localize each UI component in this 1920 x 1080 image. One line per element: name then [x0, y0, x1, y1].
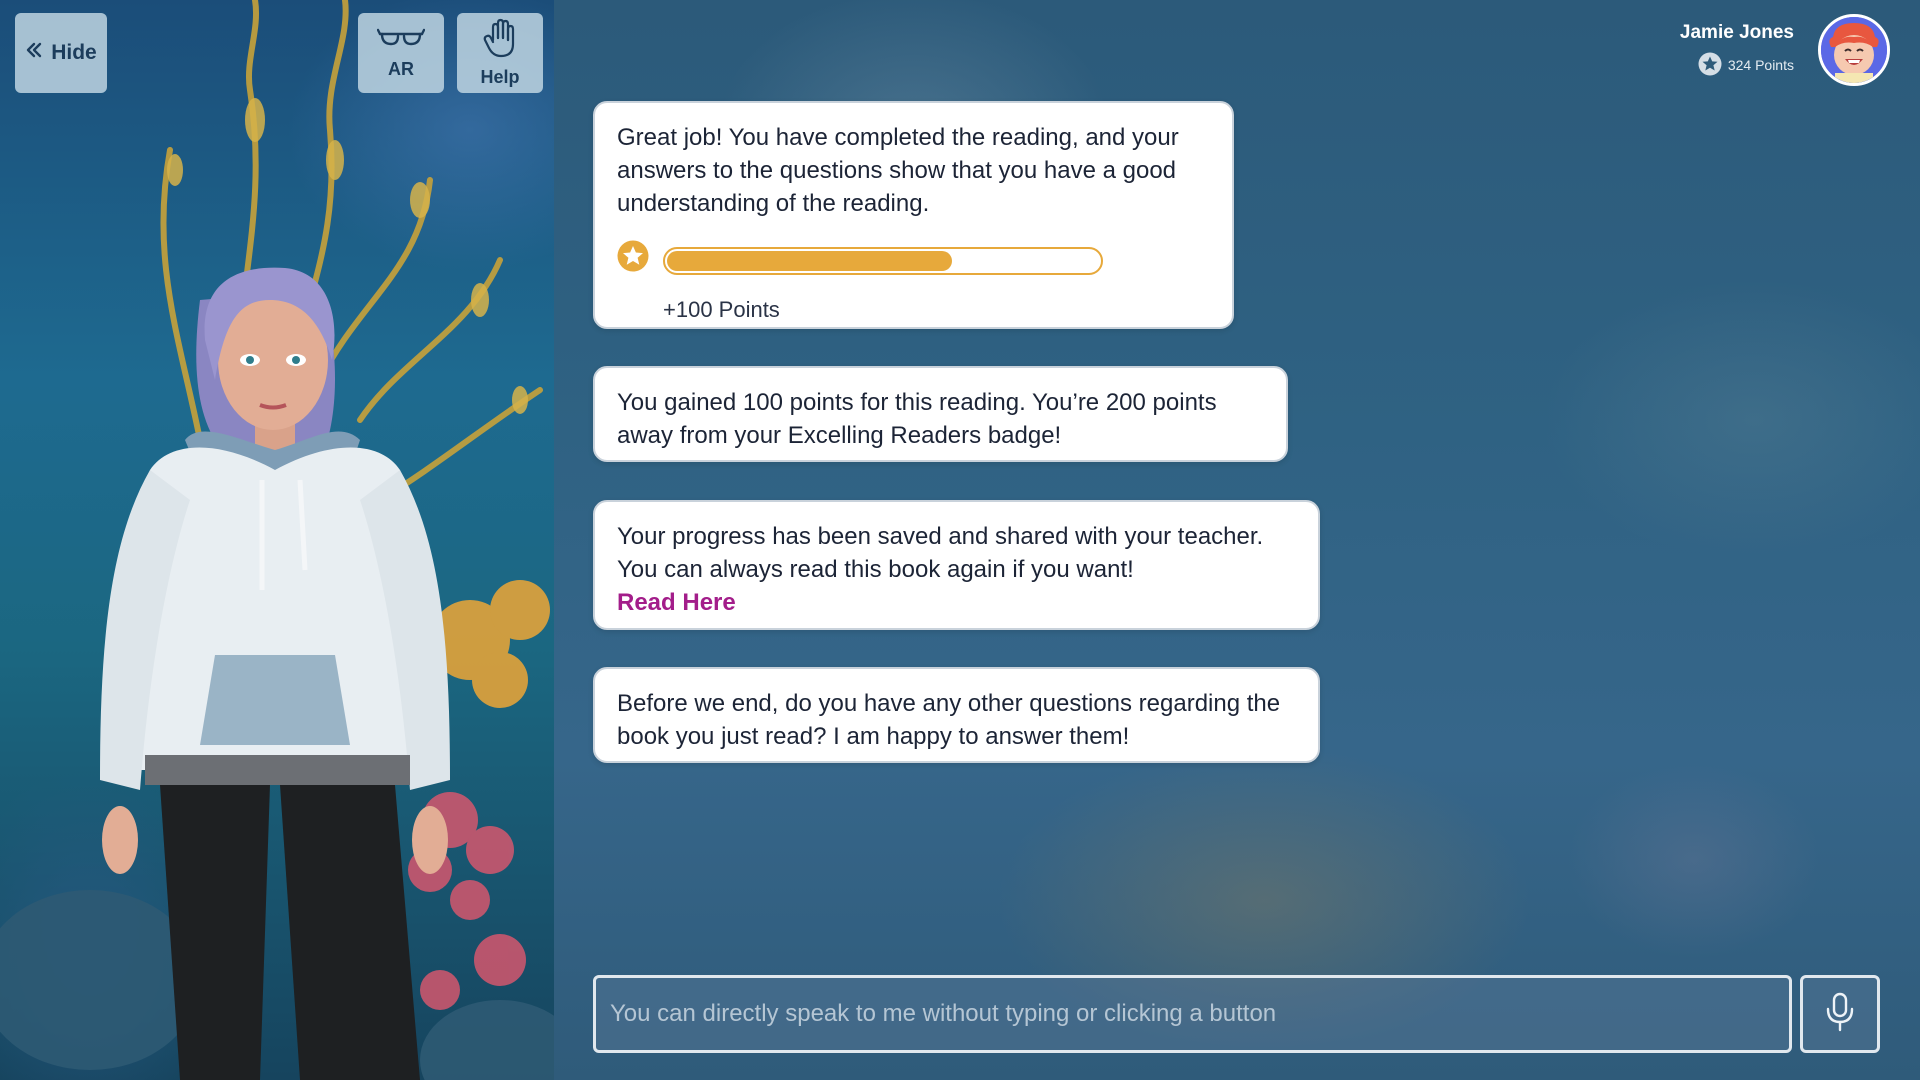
- read-here-link[interactable]: Read Here: [617, 586, 1296, 619]
- microphone-icon: [1825, 992, 1855, 1037]
- star-icon: [1698, 52, 1722, 79]
- user-points-label: 324 Points: [1727, 57, 1794, 73]
- chat-message-text: Before we end, do you have any other que…: [617, 690, 1281, 750]
- user-profile[interactable]: Jamie Jones 324 Points: [1680, 14, 1890, 86]
- help-button-label: Help: [480, 67, 520, 87]
- user-points: 324 Points: [1680, 52, 1794, 79]
- microphone-button[interactable]: [1800, 975, 1880, 1053]
- chat-message-1: Great job! You have completed the readin…: [593, 101, 1234, 329]
- ar-glasses-icon: [376, 26, 426, 55]
- chat-message-3: Your progress has been saved and shared …: [593, 500, 1320, 630]
- underwater-scene-illustration: [0, 0, 554, 1080]
- chat-message-4: Before we end, do you have any other que…: [593, 667, 1320, 763]
- chat-message-text: You gained 100 points for this reading. …: [617, 389, 1217, 449]
- chat-message-2: You gained 100 points for this reading. …: [593, 366, 1288, 462]
- points-progress: [617, 240, 1210, 281]
- chat-message-text: Great job! You have completed the readin…: [617, 124, 1179, 217]
- avatar[interactable]: [1818, 14, 1890, 86]
- avatar-panel: Hide AR Help: [0, 0, 554, 1080]
- star-icon: [617, 240, 649, 281]
- hide-button-label: Hide: [51, 41, 97, 64]
- ar-button-label: AR: [388, 59, 414, 79]
- user-name: Jamie Jones: [1679, 21, 1794, 43]
- points-gained-label: +100 Points: [663, 297, 780, 322]
- chat-message-text: Your progress has been saved and shared …: [617, 523, 1264, 583]
- double-chevron-left-icon: [25, 41, 43, 65]
- ar-button[interactable]: AR: [358, 13, 444, 93]
- hide-button[interactable]: Hide: [15, 13, 107, 93]
- raised-hand-icon: [483, 18, 517, 63]
- progress-bar: [663, 246, 1103, 275]
- progress-bar-fill: [667, 250, 953, 271]
- user-info: Jamie Jones 324 Points: [1680, 22, 1794, 79]
- help-button[interactable]: Help: [457, 13, 543, 93]
- chat-input[interactable]: [593, 975, 1792, 1053]
